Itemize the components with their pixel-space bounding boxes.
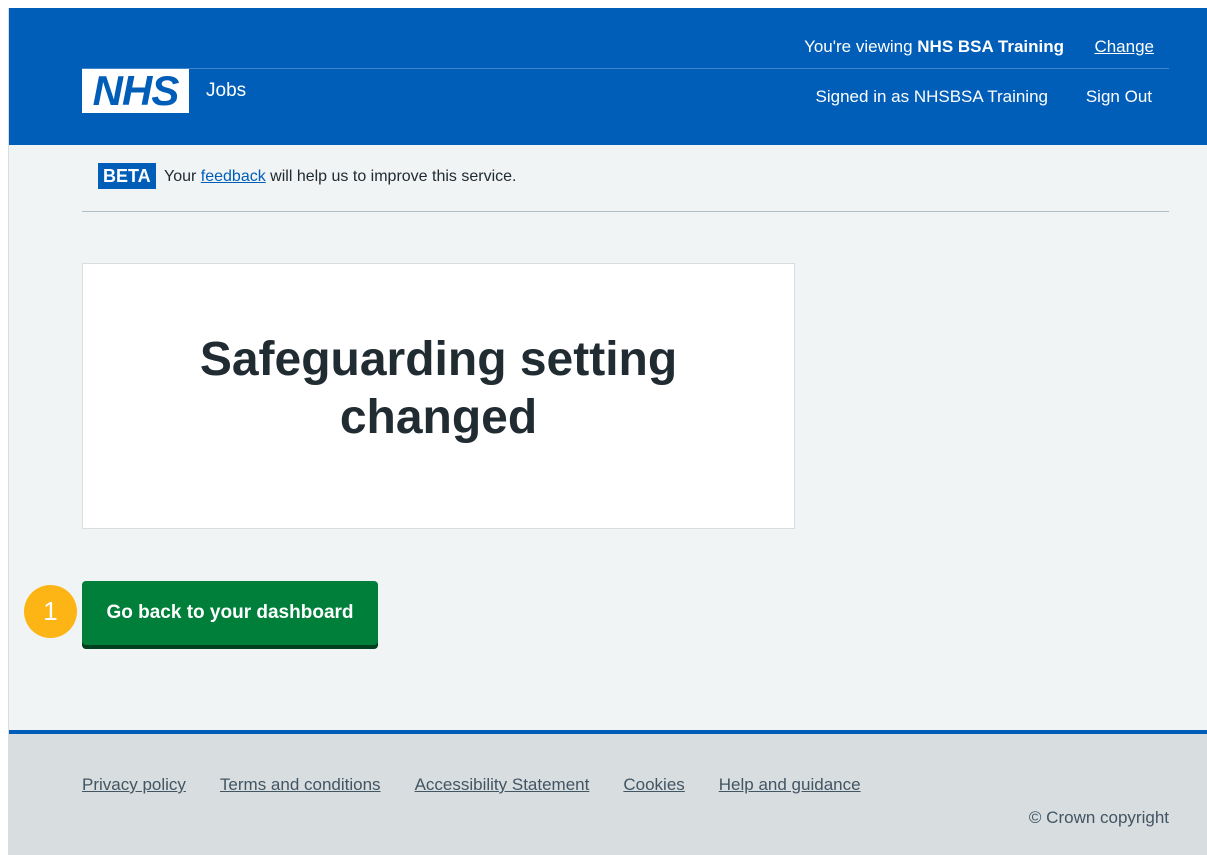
footer-link-accessibility[interactable]: Accessibility Statement	[415, 775, 590, 795]
viewing-organisation: You're viewing NHS BSA Training	[804, 37, 1064, 57]
confirmation-title: Safeguarding setting changed	[199, 333, 678, 444]
step-marker: 1	[24, 585, 77, 638]
footer-link-cookies[interactable]: Cookies	[623, 775, 684, 795]
beta-text-before: Your	[164, 168, 201, 185]
beta-message: Your feedback will help us to improve th…	[164, 168, 516, 186]
copyright-text: © Crown copyright	[1028, 808, 1169, 827]
nhs-logo[interactable]: NHS	[82, 69, 189, 113]
service-name: Jobs	[206, 80, 247, 101]
feedback-link[interactable]: feedback	[201, 168, 266, 185]
change-organisation-link[interactable]: Change	[1094, 37, 1154, 57]
beta-text-after: will help us to improve this service.	[265, 168, 517, 185]
signed-in-text: Signed in as NHSBSA Training	[815, 87, 1048, 106]
footer-link-privacy-policy[interactable]: Privacy policy	[82, 775, 186, 795]
viewing-prefix: You're viewing	[804, 37, 918, 56]
footer-link-terms[interactable]: Terms and conditions	[220, 775, 381, 795]
viewing-org-name: NHS BSA Training	[917, 37, 1064, 56]
footer-links: Privacy policy Terms and conditions Acce…	[82, 775, 895, 795]
site-header: You're viewing NHS BSA Training Change N…	[9, 8, 1207, 145]
footer-link-help[interactable]: Help and guidance	[719, 775, 861, 795]
go-back-dashboard-button[interactable]: Go back to your dashboard	[82, 581, 378, 645]
nhs-logo-text: NHS	[92, 67, 180, 114]
site-footer: Privacy policy Terms and conditions Acce…	[9, 730, 1207, 855]
account-bar: You're viewing NHS BSA Training Change	[82, 8, 1169, 69]
beta-banner: BETA Your feedback will help us to impro…	[82, 145, 1169, 212]
beta-tag: BETA	[98, 163, 156, 189]
browser-frame: You're viewing NHS BSA Training Change N…	[8, 8, 1207, 855]
confirmation-panel: Safeguarding setting changed	[82, 263, 795, 529]
sign-out-link[interactable]: Sign Out	[1086, 87, 1152, 107]
